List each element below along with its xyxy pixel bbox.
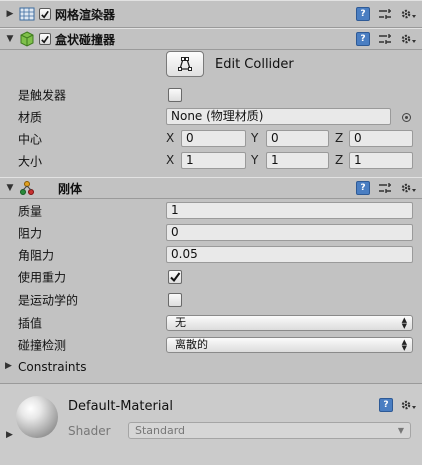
collapse-arrow-icon[interactable]: ▼ bbox=[4, 182, 16, 194]
angular-drag-input[interactable]: 0.05 bbox=[166, 246, 413, 263]
expand-arrow-icon[interactable]: ▶ bbox=[4, 8, 16, 20]
size-label: 大小 bbox=[18, 154, 43, 169]
help-icon[interactable]: ? bbox=[356, 7, 370, 21]
center-row: 中心 X 0 Y 0 Z 0 bbox=[0, 128, 422, 150]
physic-material-field[interactable]: None (物理材质) bbox=[166, 108, 391, 125]
shader-label: Shader bbox=[68, 424, 111, 438]
edit-collider-icon bbox=[178, 57, 192, 71]
center-z-input[interactable]: 0 bbox=[349, 130, 413, 147]
shader-value: Standard bbox=[135, 424, 186, 437]
gear-icon[interactable] bbox=[400, 7, 416, 21]
is-trigger-row: 是触发器 bbox=[0, 84, 422, 106]
gear-icon[interactable] bbox=[400, 398, 416, 412]
size-x-input[interactable]: 1 bbox=[181, 152, 246, 169]
is-trigger-label: 是触发器 bbox=[18, 88, 67, 103]
material-label: 材质 bbox=[18, 110, 43, 125]
expand-arrow-icon[interactable]: ▶ bbox=[5, 361, 12, 371]
help-icon[interactable]: ? bbox=[356, 181, 370, 195]
is-kinematic-checkbox[interactable] bbox=[168, 293, 182, 307]
help-icon[interactable]: ? bbox=[379, 398, 393, 412]
rigidbody-icon bbox=[18, 179, 36, 197]
box-collider-header[interactable]: ▼ 盒状碰撞器 ? bbox=[0, 28, 422, 50]
collapse-arrow-icon[interactable]: ▼ bbox=[4, 33, 16, 45]
size-x-label: X bbox=[166, 153, 175, 167]
angular-drag-row: 角阻力 0.05 bbox=[0, 244, 422, 266]
gear-icon[interactable] bbox=[400, 181, 416, 195]
is-kinematic-row: 是运动学的 bbox=[0, 289, 422, 311]
edit-collider-label: Edit Collider bbox=[215, 57, 294, 72]
constraints-foldout[interactable]: ▶ Constraints bbox=[0, 356, 422, 378]
center-label: 中心 bbox=[18, 132, 43, 147]
material-name: Default-Material bbox=[68, 399, 174, 414]
dropdown-arrows-icon: ▲ ▼ bbox=[401, 338, 407, 352]
is-trigger-checkbox[interactable] bbox=[168, 88, 182, 102]
size-z-label: Z bbox=[335, 153, 344, 167]
use-gravity-label: 使用重力 bbox=[18, 270, 67, 285]
material-preview-sphere bbox=[16, 396, 58, 438]
object-picker-icon[interactable] bbox=[402, 113, 411, 122]
center-y-input[interactable]: 0 bbox=[266, 130, 329, 147]
interpolate-value: 无 bbox=[175, 316, 186, 329]
help-icon[interactable]: ? bbox=[356, 32, 370, 46]
drag-label: 阻力 bbox=[18, 226, 43, 241]
center-z-label: Z bbox=[335, 131, 344, 145]
size-row: 大小 X 1 Y 1 Z 1 bbox=[0, 150, 422, 172]
mass-input[interactable]: 1 bbox=[166, 202, 413, 219]
dropdown-arrows-icon: ▲ ▼ bbox=[401, 316, 407, 330]
size-z-input[interactable]: 1 bbox=[349, 152, 413, 169]
use-gravity-row: 使用重力 bbox=[0, 266, 422, 288]
constraints-label: Constraints bbox=[18, 360, 87, 374]
preset-icon[interactable] bbox=[377, 32, 393, 46]
collision-detection-dropdown[interactable]: 离散的 ▲ ▼ bbox=[166, 337, 413, 353]
interpolate-label: 插值 bbox=[18, 316, 43, 331]
material-row: 材质 None (物理材质) bbox=[0, 106, 422, 128]
interpolate-dropdown[interactable]: 无 ▲ ▼ bbox=[166, 315, 413, 331]
preset-icon[interactable] bbox=[377, 7, 393, 21]
rigidbody-header[interactable]: ▼ 刚体 ? bbox=[0, 177, 422, 199]
box-collider-icon bbox=[18, 30, 36, 48]
component-title: 网格渲染器 bbox=[55, 7, 116, 22]
center-x-input[interactable]: 0 bbox=[181, 130, 246, 147]
center-y-label: Y bbox=[251, 131, 259, 145]
interpolate-row: 插值 无 ▲ ▼ bbox=[0, 312, 422, 334]
mesh-renderer-header[interactable]: ▶ 网格渲染器 ? bbox=[0, 0, 422, 28]
chevron-down-icon: ▼ bbox=[397, 426, 404, 435]
collision-detection-row: 碰撞检测 离散的 ▲ ▼ bbox=[0, 334, 422, 356]
use-gravity-checkbox[interactable] bbox=[168, 270, 182, 284]
collision-detection-label: 碰撞检测 bbox=[18, 338, 67, 353]
material-panel: ▶ Default-Material Shader Standard ▼ ? bbox=[0, 383, 422, 465]
edit-collider-button[interactable] bbox=[166, 51, 204, 77]
drag-row: 阻力 0 bbox=[0, 222, 422, 244]
gear-icon[interactable] bbox=[400, 32, 416, 46]
drag-input[interactable]: 0 bbox=[166, 224, 413, 241]
collision-detection-value: 离散的 bbox=[175, 338, 208, 351]
center-x-label: X bbox=[166, 131, 175, 145]
preset-icon[interactable] bbox=[377, 181, 393, 195]
checkmark-icon bbox=[170, 272, 181, 283]
expand-arrow-icon[interactable]: ▶ bbox=[6, 430, 13, 440]
mass-label: 质量 bbox=[18, 204, 43, 219]
inspector-panel: ▶ 网格渲染器 ? ▼ 盒状碰撞器 ? Edit Collider 是触发器 材… bbox=[0, 0, 422, 465]
component-title: 盒状碰撞器 bbox=[55, 32, 116, 47]
size-y-label: Y bbox=[251, 153, 259, 167]
shader-dropdown[interactable]: Standard ▼ bbox=[128, 422, 411, 439]
angular-drag-label: 角阻力 bbox=[18, 248, 55, 263]
size-y-input[interactable]: 1 bbox=[266, 152, 329, 169]
mesh-renderer-enabled-checkbox[interactable] bbox=[39, 8, 51, 20]
box-collider-enabled-checkbox[interactable] bbox=[39, 33, 51, 45]
is-kinematic-label: 是运动学的 bbox=[18, 293, 79, 308]
mass-row: 质量 1 bbox=[0, 200, 422, 222]
component-title: 刚体 bbox=[58, 181, 83, 196]
mesh-renderer-icon bbox=[18, 5, 36, 23]
